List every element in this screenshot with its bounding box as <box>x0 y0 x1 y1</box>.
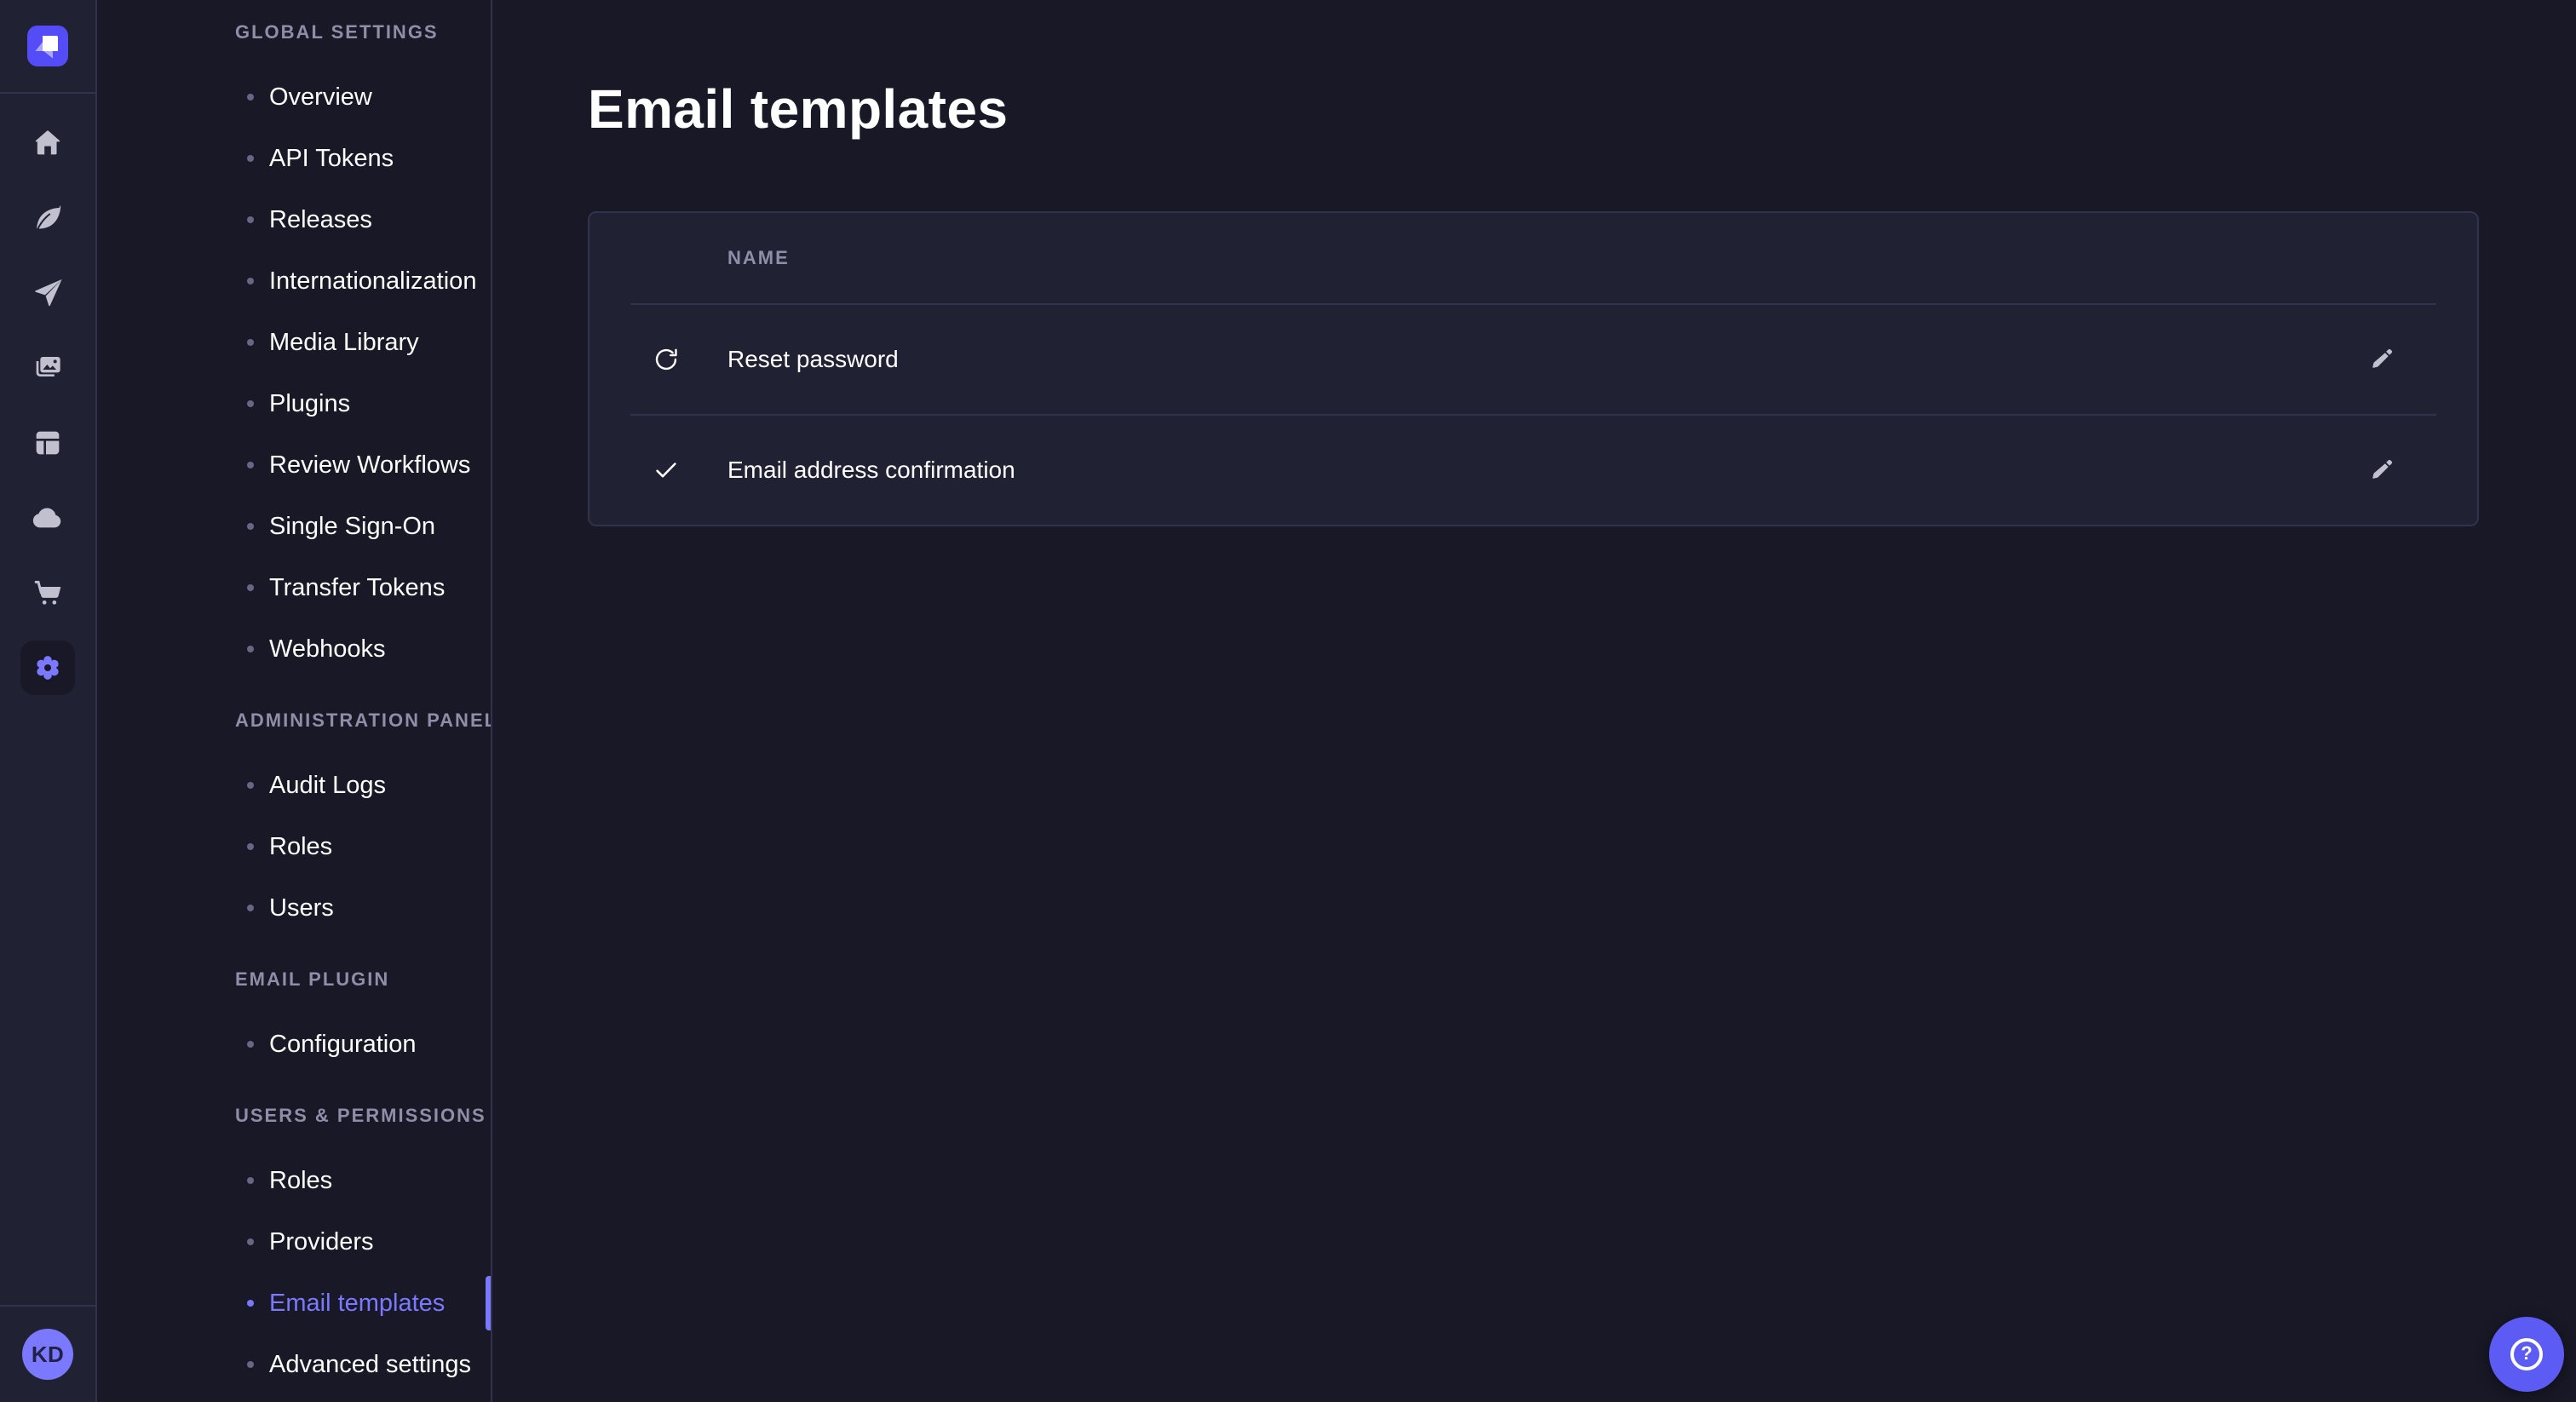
cloud-icon <box>30 500 66 536</box>
bullet-icon <box>247 155 254 162</box>
subnav-item-email-templates[interactable]: Email templates <box>97 1273 491 1334</box>
paper-plane-icon <box>31 276 65 310</box>
subnav-item-overview[interactable]: Overview <box>97 66 491 128</box>
feather-pen-icon <box>31 201 65 235</box>
pencil-icon <box>2368 457 2395 484</box>
subnav-item-api-tokens[interactable]: API Tokens <box>97 128 491 189</box>
sidebar-item-settings[interactable] <box>0 630 95 705</box>
section-header: ADMINISTRATION PANEL <box>97 704 491 738</box>
bullet-icon <box>247 646 254 652</box>
help-button[interactable]: ? <box>2489 1317 2564 1392</box>
sidebar-item-content-type-builder[interactable] <box>0 405 95 480</box>
table-row-email-confirmation[interactable]: Email address confirmation <box>589 416 2477 525</box>
sidebar-item-media-library[interactable] <box>0 330 95 405</box>
layout-icon <box>31 426 65 460</box>
subnav-item-admin-users[interactable]: Users <box>97 877 491 939</box>
subnav-item-review-workflows[interactable]: Review Workflows <box>97 434 491 496</box>
edit-reset-password-button[interactable] <box>2355 332 2409 387</box>
email-templates-table: NAME Reset password <box>588 211 2479 526</box>
sidebar-item-home[interactable] <box>0 106 95 181</box>
bullet-icon <box>247 1361 254 1368</box>
refresh-icon <box>653 346 680 373</box>
section-administration-panel: ADMINISTRATION PANEL Audit Logs Roles Us… <box>97 704 491 939</box>
template-name: Email address confirmation <box>727 457 1015 484</box>
check-icon <box>653 457 680 484</box>
section-email-plugin: EMAIL PLUGIN Configuration <box>97 962 491 1075</box>
bullet-icon <box>247 584 254 591</box>
section-users-permissions-plugin: USERS & PERMISSIONS PLUGIN Roles Provide… <box>97 1099 491 1395</box>
cart-icon <box>31 576 65 610</box>
subnav-item-up-roles[interactable]: Roles <box>97 1150 491 1211</box>
bullet-icon <box>247 782 254 789</box>
bullet-icon <box>247 905 254 911</box>
subnav-item-single-sign-on[interactable]: Single Sign-On <box>97 496 491 557</box>
avatar-initials: KD <box>32 1342 64 1368</box>
edit-email-confirmation-button[interactable] <box>2355 443 2409 497</box>
section-header: USERS & PERMISSIONS PLUGIN <box>97 1099 491 1133</box>
settings-subnav: GLOBAL SETTINGS Overview API Tokens Rele… <box>97 0 492 1402</box>
section-header: GLOBAL SETTINGS <box>97 15 491 49</box>
bullet-icon <box>247 523 254 530</box>
subnav-item-providers[interactable]: Providers <box>97 1211 491 1273</box>
section-header: EMAIL PLUGIN <box>97 962 491 997</box>
strapi-settings-page: KD GLOBAL SETTINGS Overview API Tokens R… <box>0 0 2576 1402</box>
subnav-item-advanced-settings[interactable]: Advanced settings <box>97 1334 491 1395</box>
subnav-item-plugins[interactable]: Plugins <box>97 373 491 434</box>
page-title: Email templates <box>588 75 2479 143</box>
subnav-item-audit-logs[interactable]: Audit Logs <box>97 755 491 816</box>
sidebar-item-deploy[interactable] <box>0 480 95 555</box>
bullet-icon <box>247 278 254 284</box>
subnav-item-webhooks[interactable]: Webhooks <box>97 618 491 680</box>
bullet-icon <box>247 1238 254 1245</box>
bullet-icon <box>247 1041 254 1048</box>
subnav-item-transfer-tokens[interactable]: Transfer Tokens <box>97 557 491 618</box>
avatar[interactable]: KD <box>22 1329 73 1380</box>
media-library-icon <box>31 351 65 385</box>
bullet-icon <box>247 339 254 346</box>
strapi-logo-icon <box>27 26 68 66</box>
bullet-icon <box>247 1177 254 1184</box>
strapi-logo[interactable] <box>27 26 68 66</box>
subnav-item-media-library[interactable]: Media Library <box>97 312 491 373</box>
column-header-name: NAME <box>727 247 790 269</box>
table-row-reset-password[interactable]: Reset password <box>589 305 2477 414</box>
pencil-icon <box>2368 346 2395 373</box>
bullet-icon <box>247 462 254 468</box>
sidebar-item-releases[interactable] <box>0 256 95 330</box>
bullet-icon <box>247 1300 254 1307</box>
main-content: Email templates NAME Reset password <box>492 0 2576 1402</box>
subnav-item-releases[interactable]: Releases <box>97 189 491 250</box>
bullet-icon <box>247 843 254 850</box>
gear-icon <box>31 651 65 685</box>
settings-active-button <box>20 641 75 695</box>
section-global-settings: GLOBAL SETTINGS Overview API Tokens Rele… <box>97 15 491 680</box>
subnav-item-admin-roles[interactable]: Roles <box>97 816 491 877</box>
main-nav-rail: KD <box>0 0 97 1402</box>
table-header-row: NAME <box>589 213 2477 303</box>
sidebar-item-marketplace[interactable] <box>0 555 95 630</box>
subnav-item-internationalization[interactable]: Internationalization <box>97 250 491 312</box>
rail-icon-nav <box>0 94 95 705</box>
subnav-item-configuration[interactable]: Configuration <box>97 1014 491 1075</box>
rail-bottom-divider <box>0 1305 95 1307</box>
bullet-icon <box>247 400 254 407</box>
bullet-icon <box>247 216 254 223</box>
sidebar-item-content[interactable] <box>0 181 95 256</box>
home-icon <box>31 126 65 160</box>
template-name: Reset password <box>727 346 899 373</box>
bullet-icon <box>247 94 254 101</box>
question-mark-icon: ? <box>2510 1338 2543 1370</box>
